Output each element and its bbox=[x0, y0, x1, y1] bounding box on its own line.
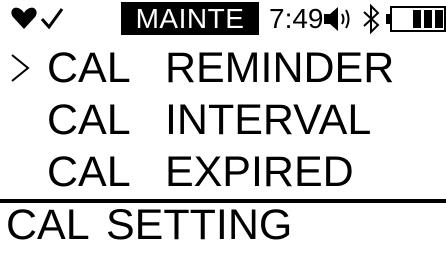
speaker-icon bbox=[324, 7, 350, 31]
mode-badge: MAINTE bbox=[121, 2, 259, 35]
menu-item-label: CAL EXPIRED bbox=[47, 148, 354, 196]
screen-title: CAL SETTING bbox=[6, 201, 293, 249]
menu-item-cal-expired[interactable]: CAL EXPIRED bbox=[0, 144, 354, 200]
selection-cursor-icon bbox=[11, 54, 30, 82]
bluetooth-icon bbox=[363, 3, 380, 35]
menu-item-label: CAL INTERVAL bbox=[47, 96, 372, 144]
battery-icon bbox=[386, 6, 446, 32]
check-icon bbox=[40, 8, 64, 30]
heart-icon bbox=[11, 7, 37, 29]
menu-item-cal-interval[interactable]: CAL INTERVAL bbox=[0, 92, 371, 148]
clock-time: 7:49 bbox=[269, 3, 324, 34]
status-bar: MAINTE 7:49 bbox=[0, 0, 446, 38]
menu-item-label: CAL REMINDER bbox=[47, 44, 395, 92]
menu-item-cal-reminder[interactable]: CAL REMINDER bbox=[0, 40, 394, 96]
